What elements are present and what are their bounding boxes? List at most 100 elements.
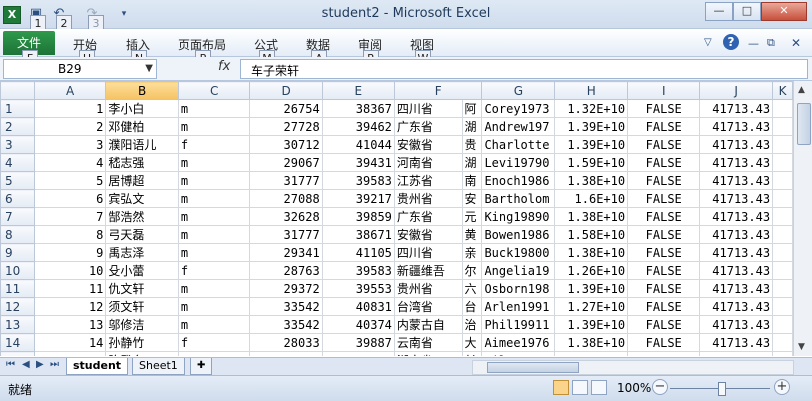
cell-k[interactable] xyxy=(772,135,793,154)
cell-f[interactable]: 内蒙古自 xyxy=(393,315,463,334)
cell-f-overflow[interactable]: 治 xyxy=(461,315,483,334)
cell-g[interactable]: Osborn198 xyxy=(481,279,556,298)
cell-f[interactable]: 湖南省 xyxy=(393,351,463,356)
cell-j[interactable]: 41713.43 xyxy=(699,135,774,154)
cell-c[interactable]: m xyxy=(177,351,251,356)
cell-i[interactable]: FALSE xyxy=(627,207,701,226)
cell-g[interactable]: Aimee1976 xyxy=(481,333,556,352)
cell-h[interactable]: 1.39E+10 xyxy=(554,315,629,334)
cell-f[interactable]: 四川省 xyxy=(393,243,463,262)
cell-a[interactable]: 4 xyxy=(33,153,107,172)
cell-f[interactable]: 新疆维吾 xyxy=(393,261,463,280)
cell-j[interactable]: 41713.43 xyxy=(699,279,774,298)
cell-c[interactable]: m xyxy=(177,225,251,244)
cell-g[interactable]: Arlen1991 xyxy=(481,297,556,316)
normal-view-icon[interactable] xyxy=(553,380,569,395)
cell-e[interactable]: 41044 xyxy=(321,135,395,154)
col-header-c[interactable]: C xyxy=(177,81,251,100)
cell-h[interactable]: 1.59E+10 xyxy=(554,153,629,172)
cell-h[interactable]: 1.38E+10 xyxy=(554,243,629,262)
cell-j[interactable]: 41713.43 xyxy=(699,351,774,356)
cell-c[interactable]: m xyxy=(177,153,251,172)
cell-a[interactable]: 6 xyxy=(33,189,107,208)
doc-close-icon[interactable]: ✕ xyxy=(791,36,801,50)
cell-j[interactable]: 41713.43 xyxy=(699,99,774,118)
col-header-i[interactable]: I xyxy=(627,81,701,100)
col-header-k[interactable]: K xyxy=(772,81,793,100)
cell-j[interactable]: 41713.43 xyxy=(699,225,774,244)
cell-i[interactable]: FALSE xyxy=(627,153,701,172)
cell-a[interactable]: 8 xyxy=(33,225,107,244)
zoom-out-button[interactable]: − xyxy=(652,379,668,395)
row-header[interactable]: 5 xyxy=(0,171,35,190)
help-icon[interactable]: ? xyxy=(723,34,739,50)
cell-j[interactable]: 41713.43 xyxy=(699,315,774,334)
cell-e[interactable]: 39859 xyxy=(321,207,395,226)
cell-h[interactable]: 1.38E+10 xyxy=(554,171,629,190)
cell-k[interactable] xyxy=(772,243,793,262)
cell-a[interactable]: 2 xyxy=(33,117,107,136)
cell-f-overflow[interactable]: 台 xyxy=(461,297,483,316)
minimize-ribbon-icon[interactable]: ▽ xyxy=(704,37,712,48)
doc-restore-icon[interactable]: ⧉ xyxy=(767,36,775,50)
row-header[interactable]: 4 xyxy=(0,153,35,172)
prev-sheet-icon[interactable]: ◀ xyxy=(22,359,30,370)
cell-c[interactable]: f xyxy=(177,135,251,154)
col-header-e[interactable]: E xyxy=(321,81,395,100)
worksheet-grid[interactable]: A B C D E F G H I J K 1 1 李小白 m 26754 38367 四川… xyxy=(0,81,793,356)
cell-f-overflow[interactable]: 阿 xyxy=(461,99,483,118)
cell-b[interactable]: 殳小蕾 xyxy=(105,261,179,280)
cell-h[interactable]: 1.38E+10 xyxy=(554,207,629,226)
cell-k[interactable] xyxy=(772,261,793,280)
cell-d[interactable]: 29273 xyxy=(249,351,323,356)
cell-a[interactable]: 11 xyxy=(33,279,107,298)
cell-f[interactable]: 贵州省 xyxy=(393,189,463,208)
row-header[interactable]: 9 xyxy=(0,243,35,262)
cell-c[interactable]: m xyxy=(177,171,251,190)
cell-b[interactable]: 居博超 xyxy=(105,171,179,190)
cell-d[interactable]: 27728 xyxy=(249,117,323,136)
cell-j[interactable]: 41713.43 xyxy=(699,189,774,208)
cell-e[interactable]: 38671 xyxy=(321,225,395,244)
row-header[interactable]: 11 xyxy=(0,279,35,298)
maximize-button[interactable]: □ xyxy=(733,2,761,21)
cell-k[interactable] xyxy=(772,315,793,334)
doc-minimize-icon[interactable]: — xyxy=(748,37,759,50)
col-header-g[interactable]: G xyxy=(481,81,556,100)
last-sheet-icon[interactable]: ⏭ xyxy=(50,359,59,370)
cell-f-overflow[interactable]: 黄 xyxy=(461,225,483,244)
cell-j[interactable]: 41713.43 xyxy=(699,153,774,172)
page-break-view-icon[interactable] xyxy=(591,380,607,395)
zoom-level[interactable]: 100% xyxy=(617,381,651,395)
cell-a[interactable]: 3 xyxy=(33,135,107,154)
cell-f-overflow[interactable]: 湖 xyxy=(461,153,483,172)
cell-e[interactable]: 39583 xyxy=(321,171,395,190)
cell-j[interactable]: 41713.43 xyxy=(699,261,774,280)
cell-h[interactable]: 1.6E+10 xyxy=(554,189,629,208)
cell-d[interactable]: 32628 xyxy=(249,207,323,226)
cell-b[interactable]: 邬修洁 xyxy=(105,315,179,334)
cell-c[interactable]: m xyxy=(177,279,251,298)
cell-c[interactable]: m xyxy=(177,117,251,136)
sheet-tab-student[interactable]: student xyxy=(66,358,129,375)
cell-a[interactable]: 12 xyxy=(33,297,107,316)
cell-b[interactable]: 宾弘文 xyxy=(105,189,179,208)
cell-f-overflow[interactable]: 六 xyxy=(461,279,483,298)
cell-e[interactable]: 40672 xyxy=(321,351,395,356)
row-header[interactable]: 8 xyxy=(0,225,35,244)
cell-h[interactable]: 1.58E+10 xyxy=(554,225,629,244)
cell-b[interactable]: 须文轩 xyxy=(105,297,179,316)
cell-e[interactable]: 38367 xyxy=(321,99,395,118)
cell-e[interactable]: 41105 xyxy=(321,243,395,262)
cell-e[interactable]: 39462 xyxy=(321,117,395,136)
horizontal-scrollbar[interactable] xyxy=(472,360,794,375)
cell-b[interactable]: 嵇志强 xyxy=(105,153,179,172)
cell-g[interactable]: Levi19790 xyxy=(481,153,556,172)
row-header[interactable]: 10 xyxy=(0,261,35,280)
cell-j[interactable]: 41713.43 xyxy=(699,297,774,316)
cell-i[interactable]: FALSE xyxy=(627,243,701,262)
cell-f[interactable]: 河南省 xyxy=(393,153,463,172)
cell-k[interactable] xyxy=(772,153,793,172)
cell-d[interactable]: 30712 xyxy=(249,135,323,154)
cell-i[interactable]: FALSE xyxy=(627,117,701,136)
